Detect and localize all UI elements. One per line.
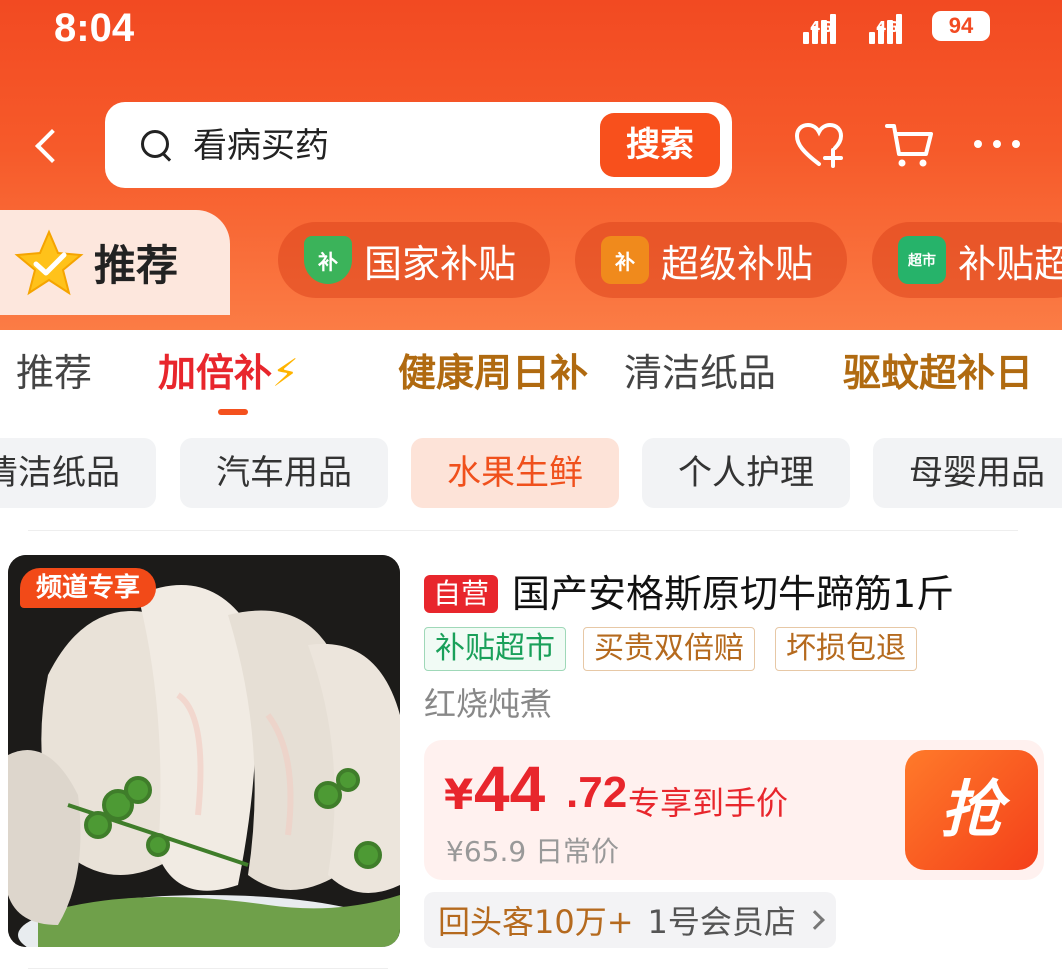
chip-personal-care[interactable]: 个人护理 <box>642 438 850 508</box>
product-subtitle: 红烧炖煮 <box>424 685 553 723</box>
channel-tab-recommend[interactable]: 推荐 <box>0 210 230 315</box>
divider <box>28 530 1018 531</box>
search-button[interactable]: 搜索 <box>600 113 720 177</box>
favorite-icon[interactable] <box>793 120 845 170</box>
channel-tab-super-subsidy[interactable]: 补 超级补贴 <box>575 222 847 298</box>
star-check-icon <box>14 229 84 296</box>
chevron-right-icon <box>805 910 825 930</box>
repeat-customers: 回头客10万+ <box>438 903 634 941</box>
subtab-label: 加倍补 <box>158 351 273 395</box>
channel-label: 补贴超 <box>958 241 1062 286</box>
chip-baby-products[interactable]: 母婴用品 <box>873 438 1062 508</box>
cart-icon[interactable] <box>884 120 936 170</box>
subtab-cleaning-paper[interactable]: 清洁纸品 <box>624 345 776 401</box>
status-time: 8:04 <box>54 6 135 50</box>
chip-cleaning-paper[interactable]: 清洁纸品 <box>0 438 156 508</box>
tag-damage-return: 坏损包退 <box>775 627 917 671</box>
channel-row: 推荐 补 国家补贴 补 超级补贴 超市 补贴超 <box>0 210 1062 315</box>
channel-exclusive-badge: 频道专享 <box>20 568 157 608</box>
channel-label: 超级补贴 <box>661 241 814 286</box>
store-link[interactable]: 回头客10万+ 1号会员店 <box>424 892 836 948</box>
signal-icon: 4G <box>800 8 856 44</box>
product-title[interactable]: 国产安格斯原切牛蹄筋1斤 <box>512 570 954 618</box>
active-tab-indicator <box>218 409 248 415</box>
price-decimal: .72 <box>566 768 628 817</box>
original-price: ¥65.9 日常价 <box>446 835 620 868</box>
channel-tab-national-subsidy[interactable]: 补 国家补贴 <box>278 222 550 298</box>
subtab-health-sunday[interactable]: 健康周日补 <box>398 345 588 401</box>
grab-button[interactable]: 抢 <box>905 750 1038 870</box>
divider <box>28 968 388 969</box>
gift-icon: 补 <box>601 236 649 284</box>
lightning-icon: ⚡ <box>272 351 299 395</box>
shield-icon: 补 <box>304 236 352 284</box>
battery-icon: 94 <box>932 11 990 41</box>
product-image[interactable] <box>8 555 400 947</box>
price-note: 专享到手价 <box>628 784 789 822</box>
signal-icon: 4G <box>866 8 922 44</box>
status-icons: 4G 4G 94 <box>800 8 990 44</box>
price-integer: 44 <box>474 753 546 825</box>
subtab-double-subsidy[interactable]: 加倍补⚡ <box>158 345 299 401</box>
shop-name: 1号会员店 <box>647 903 796 941</box>
sub-tab-bar: 推荐 加倍补⚡ 健康周日补 清洁纸品 驱蚊超补日 <box>0 345 1062 415</box>
search-icon <box>141 130 171 160</box>
network-label: 4G <box>876 18 899 36</box>
basket-icon: 超市 <box>898 236 946 284</box>
tag-double-refund: 买贵双倍赔 <box>583 627 755 671</box>
price-currency: ¥ <box>444 770 474 819</box>
network-label: 4G <box>810 18 833 36</box>
more-icon[interactable] <box>974 140 1020 150</box>
channel-label: 国家补贴 <box>364 241 517 286</box>
self-operated-badge: 自营 <box>424 575 498 613</box>
tag-subsidy-market: 补贴超市 <box>424 627 566 671</box>
channel-tab-subsidy-market[interactable]: 超市 补贴超 <box>872 222 1062 298</box>
channel-label: 推荐 <box>94 241 179 290</box>
back-button[interactable] <box>30 124 70 168</box>
search-input[interactable]: 看病买药 <box>193 124 329 168</box>
subtab-recommend[interactable]: 推荐 <box>16 345 92 401</box>
subtab-mosquito-day[interactable]: 驱蚊超补日 <box>843 345 1033 401</box>
chip-car-supplies[interactable]: 汽车用品 <box>180 438 388 508</box>
chip-fruit-fresh[interactable]: 水果生鲜 <box>411 438 619 508</box>
search-box[interactable]: 看病买药 搜索 <box>105 102 732 188</box>
